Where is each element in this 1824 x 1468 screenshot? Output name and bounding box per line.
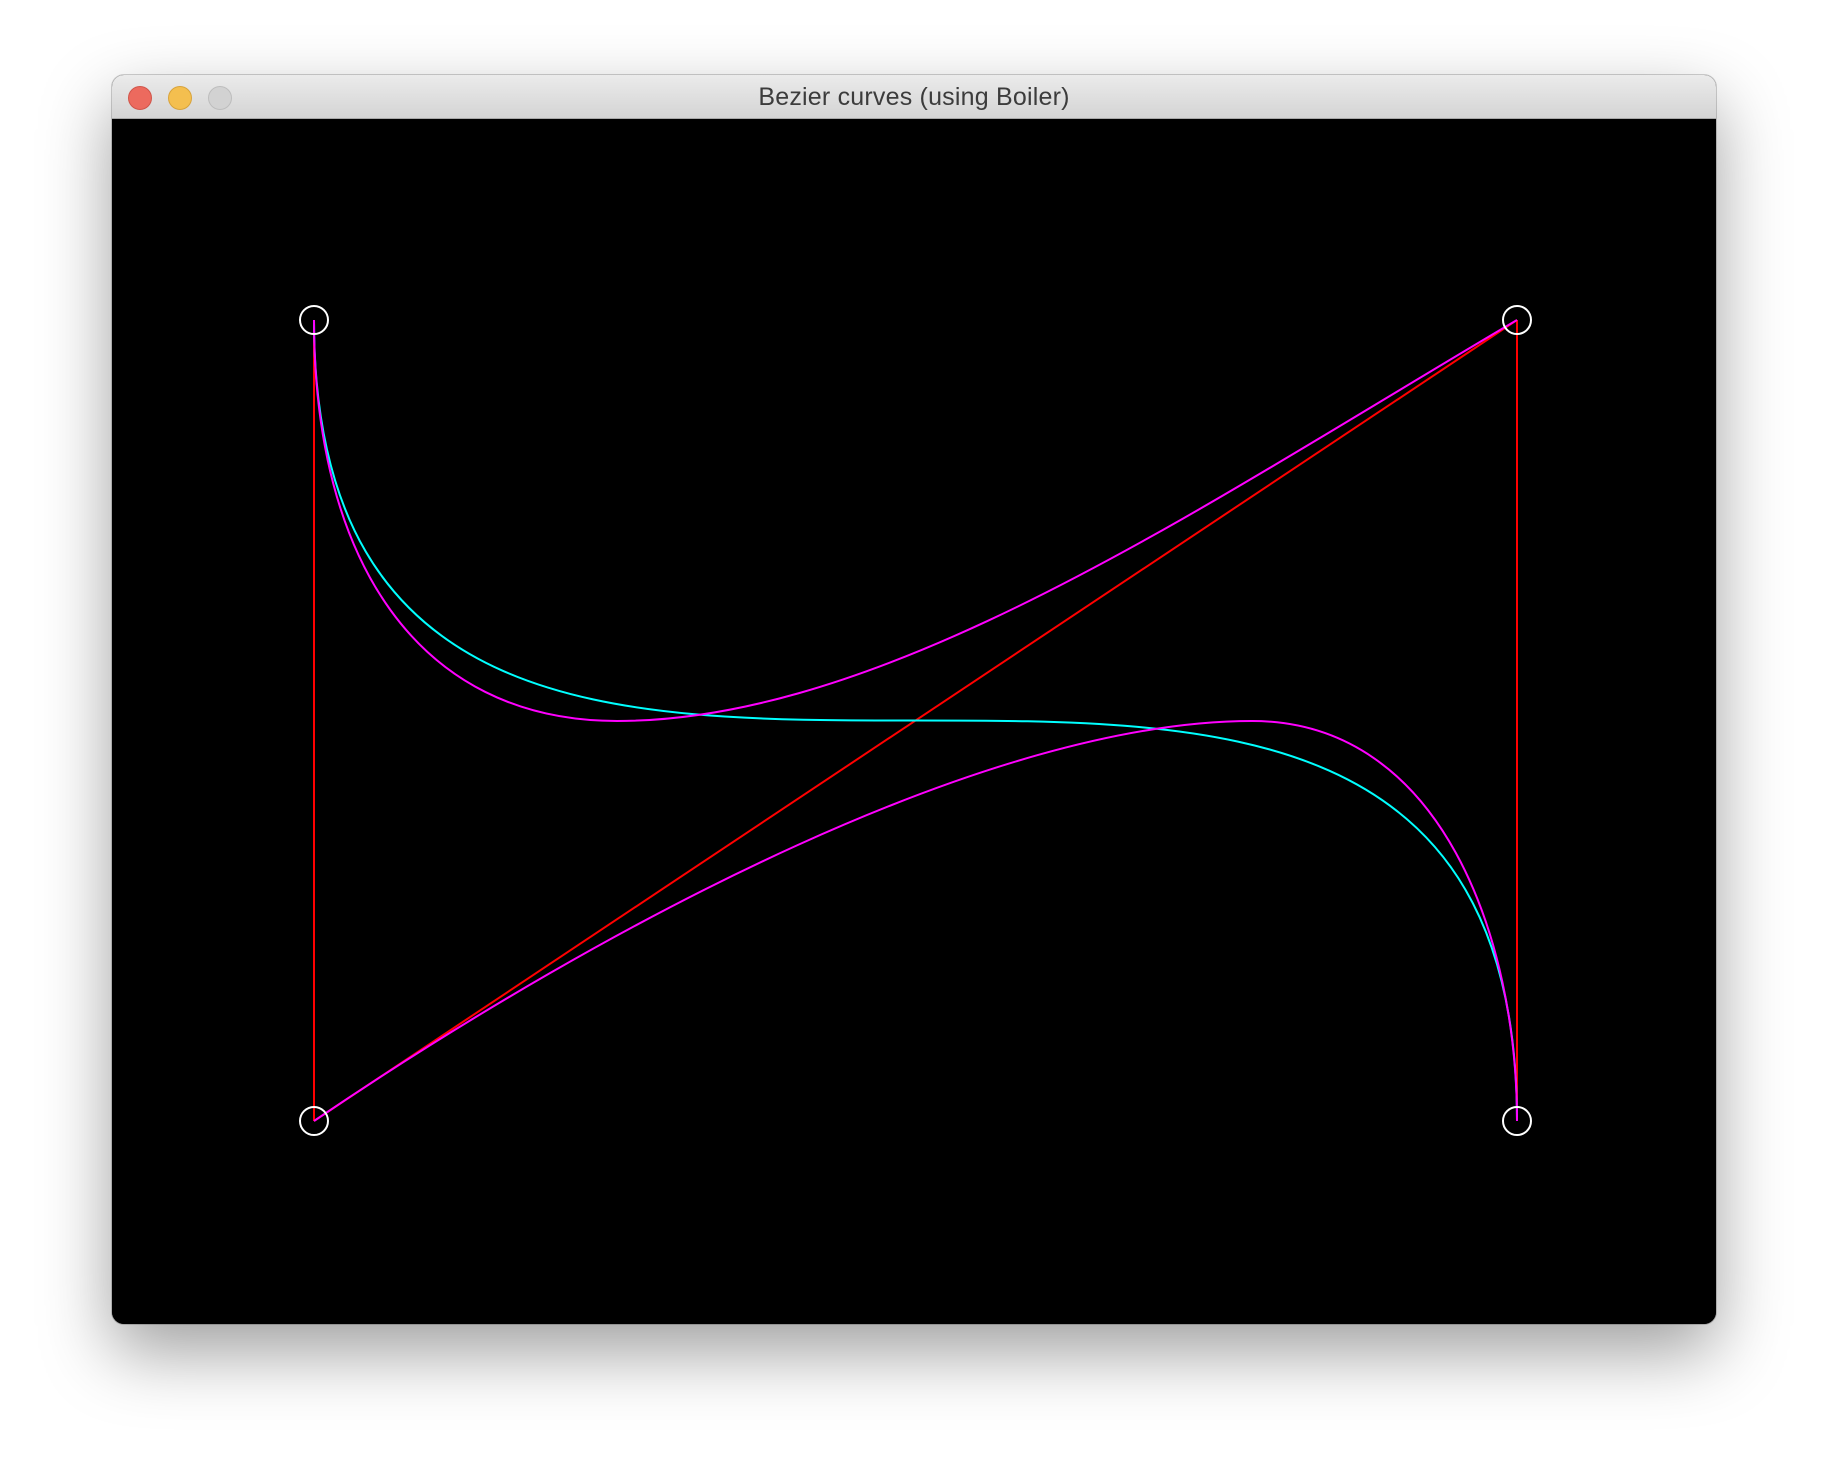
app-window: Bezier curves (using Boiler): [112, 75, 1716, 1324]
bezier-drawing: [299, 305, 1532, 1136]
title-bar[interactable]: Bezier curves (using Boiler): [112, 75, 1716, 119]
window-title: Bezier curves (using Boiler): [758, 83, 1070, 111]
drawing-canvas[interactable]: [112, 119, 1716, 1324]
